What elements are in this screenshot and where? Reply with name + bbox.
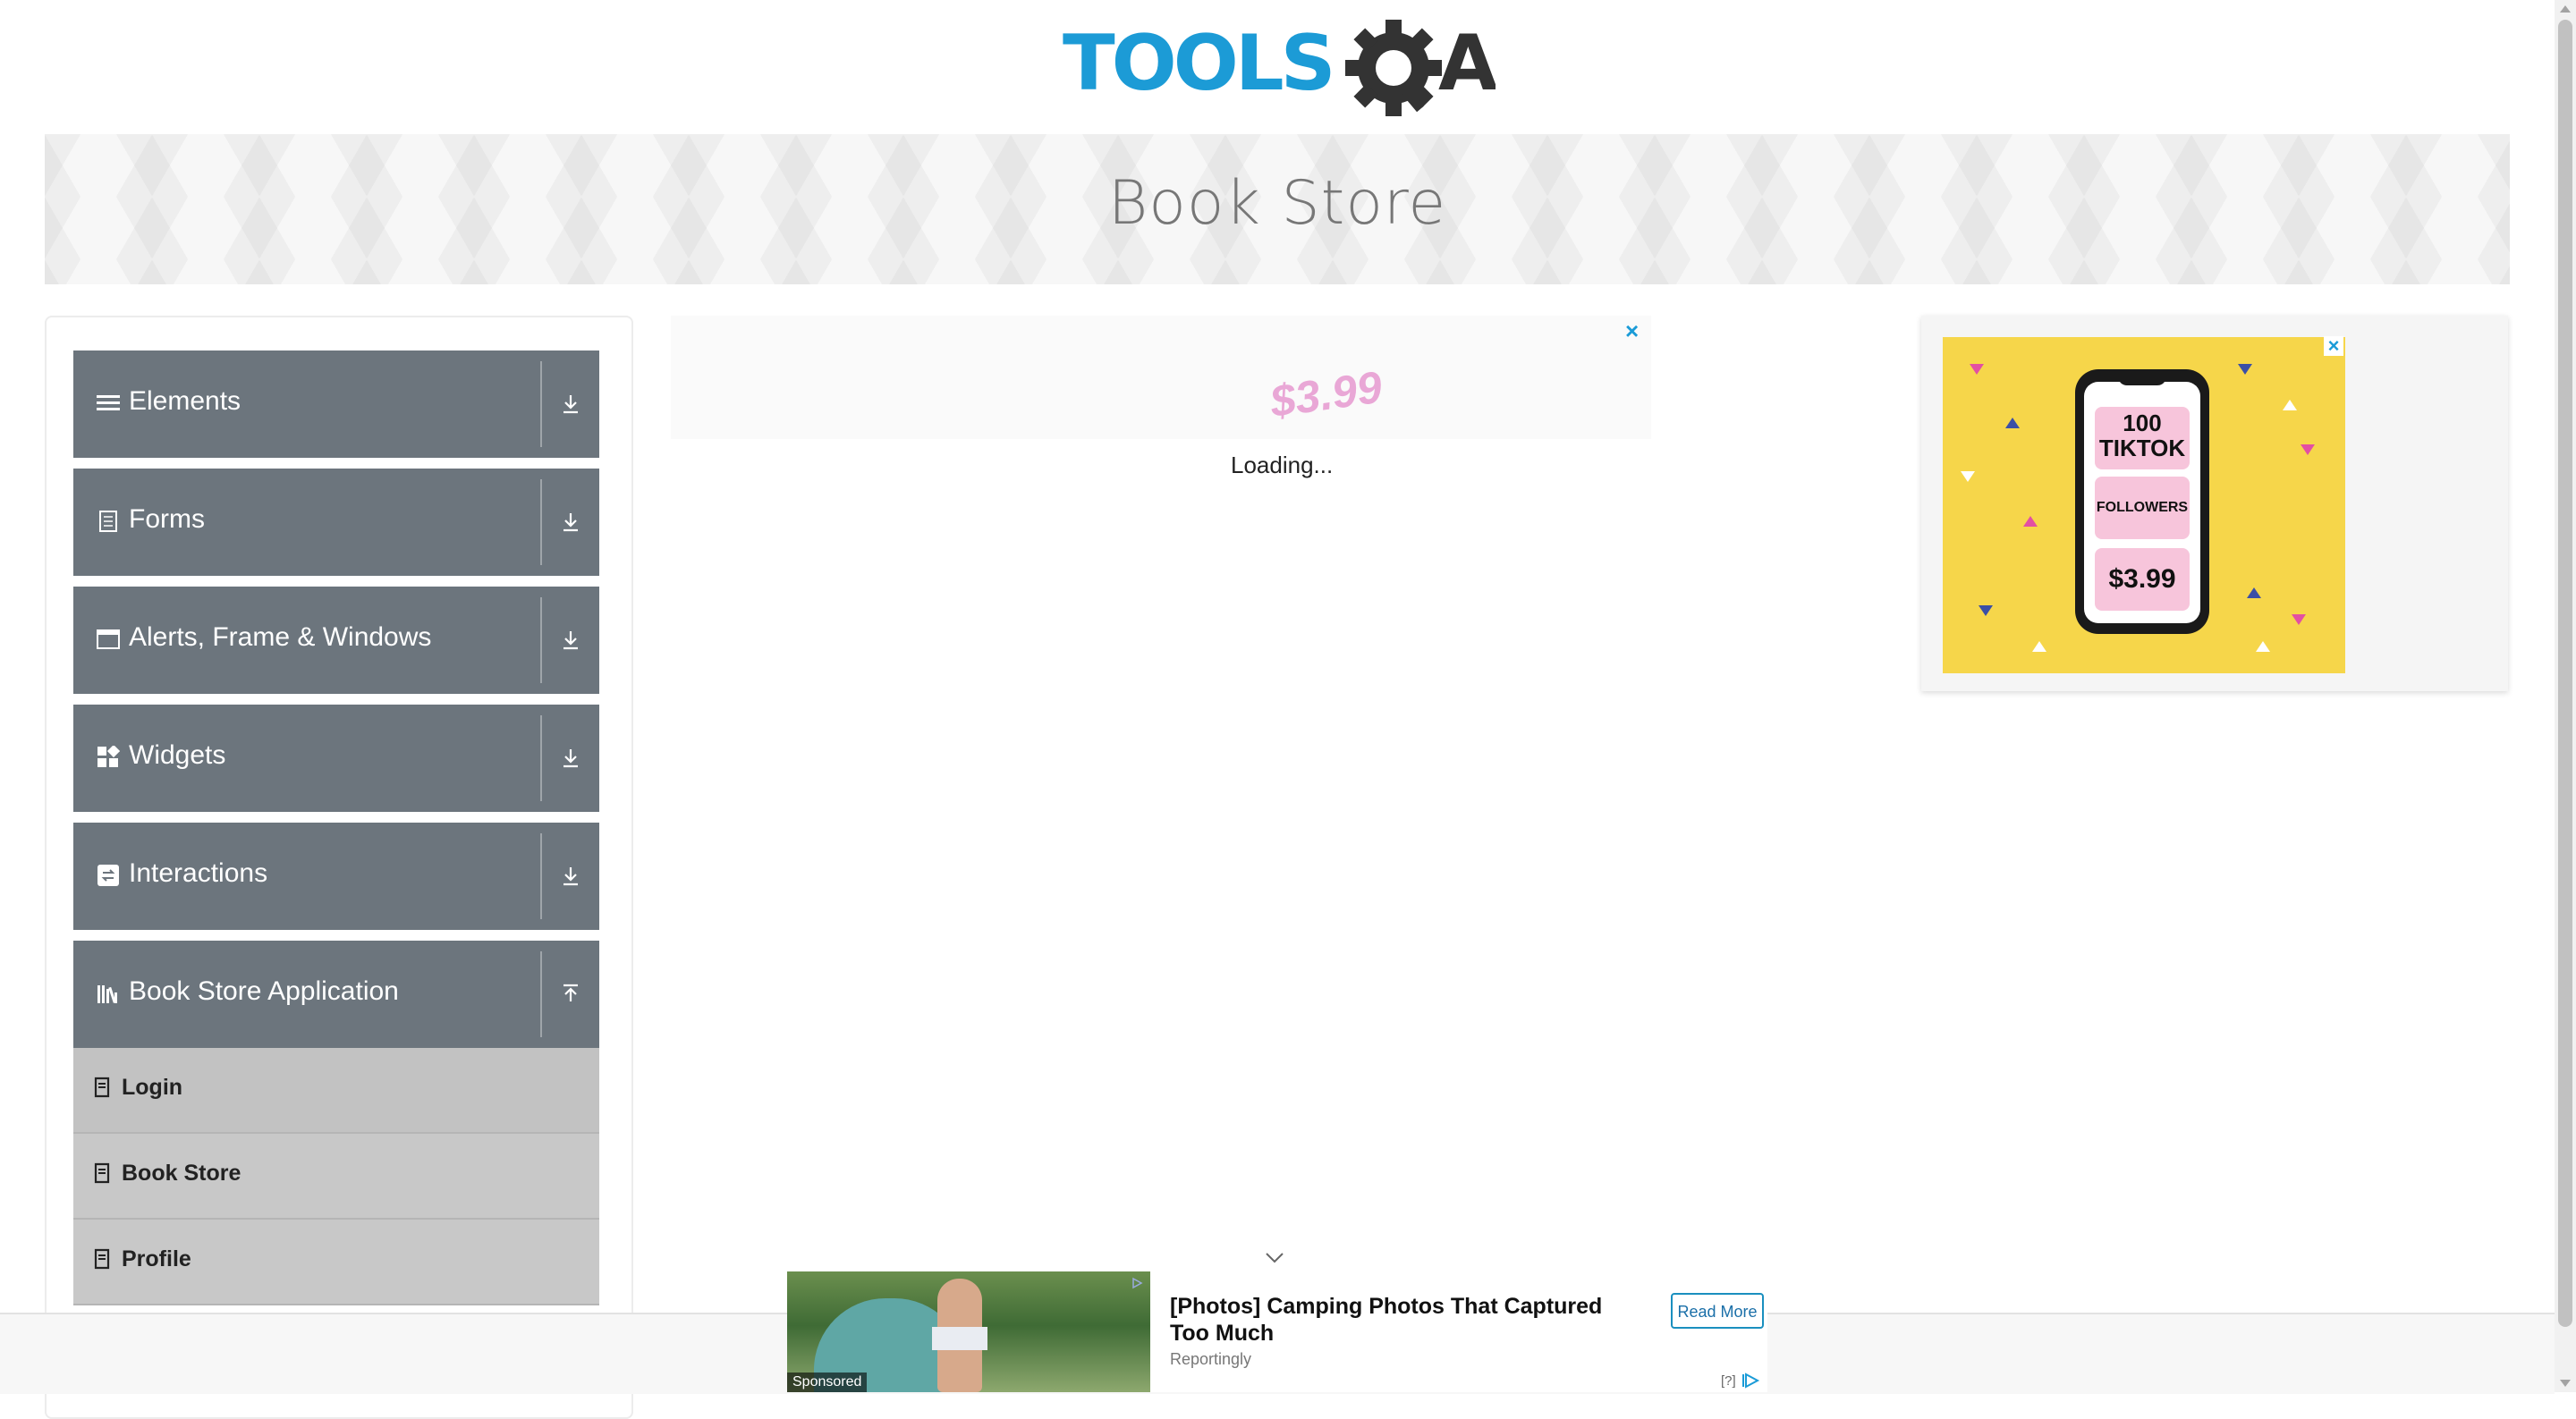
sidebar-item-label: Login (122, 1075, 183, 1100)
confetti (2256, 641, 2270, 652)
ad-line-3: FOLLOWERS (2095, 477, 2190, 539)
confetti (2005, 418, 2020, 428)
expand-icon[interactable] (558, 628, 583, 653)
divider (540, 479, 542, 565)
ad-close-icon[interactable]: × (1625, 317, 1639, 345)
phone-screen: 100 TIKTOK FOLLOWERS $3.99 (2084, 382, 2200, 623)
collapse-icon[interactable] (558, 982, 583, 1007)
expand-icon[interactable] (558, 864, 583, 889)
sidebar-group-widgets[interactable]: Widgets (73, 705, 599, 812)
confetti (2292, 614, 2306, 625)
page-scrollbar[interactable] (2555, 0, 2576, 1392)
sidebar-item-login[interactable]: Login (73, 1048, 599, 1134)
scroll-down-arrow[interactable] (2560, 1380, 2571, 1387)
confetti (2247, 587, 2261, 598)
ad-box: 100 TIKTOK (2095, 407, 2190, 469)
side-ad[interactable]: 100 TIKTOK FOLLOWERS $3.99 (1943, 337, 2345, 673)
sidebar-group-label: Alerts, Frame & Windows (129, 622, 432, 652)
page-banner: Book Store (45, 134, 2510, 284)
expand-icon[interactable] (558, 510, 583, 535)
document-icon (94, 1248, 110, 1270)
bottom-ad[interactable]: Sponsored [Photos] Camping Photos That C… (787, 1271, 1767, 1392)
confetti (2032, 641, 2046, 652)
page-title: Book Store (1107, 168, 1447, 239)
sidebar-group-alerts[interactable]: Alerts, Frame & Windows (73, 587, 599, 694)
sidebar-item-book-store[interactable]: Book Store (73, 1134, 599, 1220)
sidebar-group-label: Forms (129, 504, 205, 534)
interactions-icon (97, 865, 119, 886)
confetti (2023, 516, 2038, 527)
ad-line-1: 100 (2123, 410, 2162, 436)
document-icon (94, 1162, 110, 1184)
sidebar-group-interactions[interactable]: Interactions (73, 823, 599, 930)
expand-icon[interactable] (558, 392, 583, 417)
toolsqa-logo[interactable]: TOOLS A (1063, 19, 1498, 120)
ad-image[interactable]: Sponsored (787, 1271, 1150, 1392)
chevron-down-icon[interactable] (1265, 1252, 1284, 1264)
ad-headline[interactable]: [Photos] Camping Photos That Captured To… (1170, 1293, 1635, 1347)
phone-graphic: 100 TIKTOK FOLLOWERS $3.99 (2075, 369, 2209, 634)
expand-icon[interactable] (558, 746, 583, 771)
sidebar-item-profile[interactable]: Profile (73, 1220, 599, 1305)
ad-price: $3.99 (2095, 548, 2190, 611)
divider (540, 715, 542, 801)
top-ad-banner[interactable] (671, 316, 1651, 439)
form-icon (99, 511, 117, 532)
confetti (1970, 364, 1984, 375)
document-icon (94, 1077, 110, 1098)
list-icon (97, 395, 120, 410)
sponsored-label: Sponsored (787, 1373, 868, 1392)
sidebar-group-label: Elements (129, 386, 242, 416)
scroll-up-arrow[interactable] (2560, 5, 2571, 13)
confetti (2301, 444, 2315, 455)
sidebar-group-forms[interactable]: Forms (73, 469, 599, 576)
sidebar-group-label: Book Store Application (129, 976, 399, 1006)
person-graphic (932, 1327, 987, 1350)
window-icon (97, 629, 120, 649)
phone-notch (2118, 373, 2166, 385)
divider (540, 597, 542, 683)
confetti (1961, 471, 1975, 482)
sidebar-item-label: Profile (122, 1246, 191, 1271)
adchoices-icon[interactable] (1131, 1277, 1143, 1289)
ad-close-icon[interactable]: × (2324, 336, 2343, 356)
sidebar-item-label: Book Store (122, 1161, 242, 1186)
logo-a-text: A (1438, 20, 1496, 108)
sidebar-group-elements[interactable]: Elements (73, 351, 599, 458)
sidebar-group-label: Widgets (129, 740, 226, 770)
scroll-thumb[interactable] (2558, 20, 2572, 1327)
gear-icon (1345, 20, 1442, 116)
ad-line-2: TIKTOK (2098, 435, 2186, 461)
ad-source: Reportingly (1170, 1350, 1252, 1368)
divider (540, 361, 542, 447)
read-more-button[interactable]: Read More (1671, 1293, 1764, 1329)
confetti (2283, 400, 2297, 410)
ad-help-link[interactable]: [?] (1721, 1373, 1736, 1389)
sidebar-group-book-store-application[interactable]: Book Store Application (73, 941, 599, 1048)
logo-tools-text: TOOLS (1063, 20, 1333, 108)
confetti (2238, 364, 2252, 375)
toolsqa-logo-graphic: TOOLS A (1063, 19, 1498, 116)
confetti (1979, 605, 1993, 616)
sidebar-panel: Elements Forms Alerts, Frame & Windows W… (45, 316, 633, 1419)
widgets-icon (97, 746, 120, 767)
sidebar-group-label: Interactions (129, 858, 268, 888)
loading-text: Loading... (1231, 452, 1334, 478)
library-icon (97, 985, 117, 1003)
adchoices-icon[interactable] (1742, 1372, 1760, 1389)
divider (540, 951, 542, 1037)
divider (540, 833, 542, 919)
